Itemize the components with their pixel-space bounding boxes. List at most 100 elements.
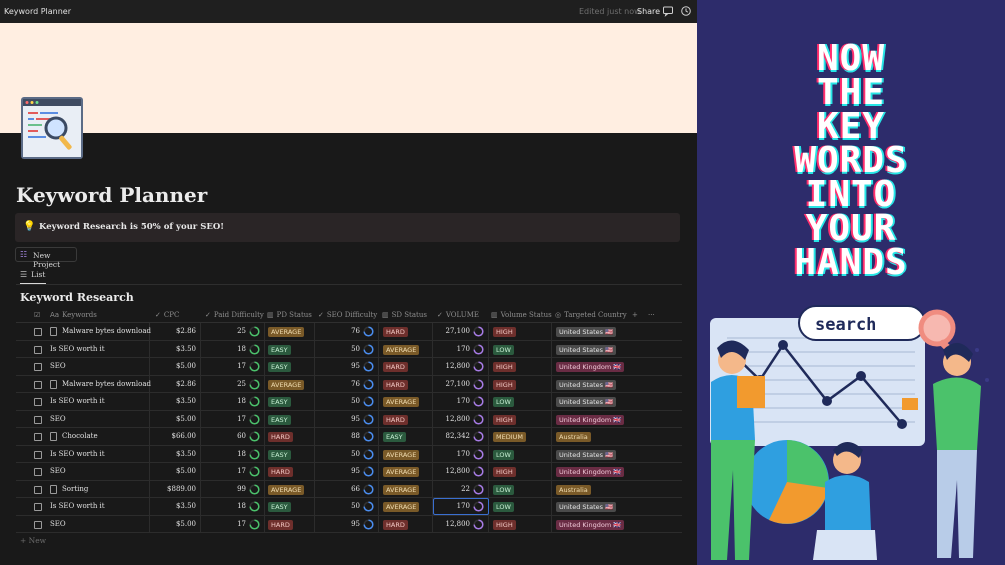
table-row[interactable]: SEO $5.00 17 EASY 95 HARD 12,800 HIGH United Kin… — [16, 410, 682, 428]
cell-seo-difficulty[interactable]: 66 — [315, 480, 379, 498]
row-checkbox[interactable] — [34, 328, 42, 336]
tab-list[interactable]: ☰ List — [20, 270, 45, 279]
table-row[interactable]: Is SEO worth it $3.50 18 EASY 50 AVERAGE 170 LO… — [16, 340, 682, 358]
cell-keyword[interactable]: Chocolate — [16, 428, 150, 445]
cell-targeted-country[interactable]: Australia — [552, 481, 682, 498]
cell-keyword[interactable]: SEO — [16, 463, 150, 480]
cell-cpc[interactable]: $3.50 — [150, 445, 201, 463]
cell-pd-status[interactable]: HARD — [265, 463, 315, 480]
cell-cpc[interactable]: $3.50 — [150, 340, 201, 358]
cell-volume-status[interactable]: MEDIUM — [489, 428, 552, 445]
cell-pd-status[interactable]: EASY — [265, 340, 315, 358]
history-icon[interactable] — [680, 5, 692, 17]
cell-volume-status[interactable]: LOW — [489, 393, 552, 410]
table-row[interactable]: Chocolate $66.00 60 HARD 88 EASY 82,342 MEDIUM A… — [16, 428, 682, 446]
table-row[interactable]: SEO $5.00 17 EASY 95 HARD 12,800 HIGH United Kin… — [16, 358, 682, 376]
column-header-volume[interactable]: ✓ VOLUME — [437, 311, 479, 319]
table-row[interactable]: Is SEO worth it $3.50 18 EASY 50 AVERAGE 170 LO… — [16, 393, 682, 411]
row-checkbox[interactable] — [34, 485, 42, 494]
cell-pd-status[interactable]: EASY — [265, 358, 315, 375]
cell-paid-difficulty[interactable]: 17 — [201, 410, 265, 428]
cell-seo-difficulty[interactable]: 95 — [315, 463, 379, 480]
cell-targeted-country[interactable]: United States 🇺🇸 — [552, 446, 682, 463]
cell-sd-status[interactable]: AVERAGE — [379, 445, 433, 463]
cell-volume[interactable]: 82,342 — [433, 428, 489, 445]
cell-seo-difficulty[interactable]: 88 — [315, 428, 379, 445]
cell-volume-status[interactable]: LOW — [489, 498, 552, 515]
cell-volume[interactable]: 27,100 — [433, 375, 489, 393]
row-checkbox[interactable] — [34, 398, 42, 406]
cell-cpc[interactable]: $66.00 — [150, 428, 201, 445]
cell-volume-status[interactable]: HIGH — [489, 463, 552, 480]
cell-seo-difficulty[interactable]: 50 — [315, 393, 379, 410]
cell-paid-difficulty[interactable]: 99 — [201, 480, 265, 498]
table-row[interactable]: Is SEO worth it $3.50 18 EASY 50 AVERAGE 170 LO… — [16, 445, 682, 463]
cell-keyword[interactable]: SEO — [16, 410, 150, 428]
cell-seo-difficulty[interactable]: 50 — [315, 340, 379, 358]
cell-volume-status[interactable]: LOW — [489, 340, 552, 358]
new-row-button[interactable]: + New — [20, 536, 46, 545]
column-header-seo-difficulty[interactable]: ✓ SEO Difficulty — [318, 311, 377, 319]
column-header-cpc[interactable]: ✓ CPC — [155, 311, 179, 319]
database-title[interactable]: Keyword Research — [20, 291, 134, 304]
column-header-sd-status[interactable]: ▥ SD Status — [382, 311, 427, 319]
cell-paid-difficulty[interactable]: 60 — [201, 428, 265, 445]
more-options-icon[interactable]: ··· — [648, 311, 655, 319]
cell-cpc[interactable]: $889.00 — [150, 480, 201, 498]
cell-keyword[interactable]: Malware bytes download — [16, 323, 151, 340]
cell-targeted-country[interactable]: United Kingdom 🇬🇧 — [552, 358, 682, 375]
cell-keyword[interactable]: Sorting — [16, 480, 150, 498]
cell-sd-status[interactable]: EASY — [379, 428, 433, 445]
cell-targeted-country[interactable]: United States 🇺🇸 — [552, 341, 682, 358]
cell-keyword[interactable]: Is SEO worth it — [16, 498, 150, 515]
cell-pd-status[interactable]: EASY — [265, 393, 315, 410]
cell-sd-status[interactable]: AVERAGE — [379, 393, 433, 410]
cell-volume[interactable]: 170 — [433, 393, 489, 410]
column-header-targeted-country[interactable]: ◎ Targeted Country — [555, 311, 627, 319]
add-column-button[interactable]: + — [632, 311, 638, 319]
cell-volume-status[interactable]: LOW — [489, 445, 552, 463]
cell-seo-difficulty[interactable]: 76 — [315, 375, 379, 393]
cell-pd-status[interactable]: EASY — [265, 410, 315, 428]
cell-sd-status[interactable]: AVERAGE — [379, 498, 433, 515]
cell-pd-status[interactable]: AVERAGE — [265, 323, 315, 340]
cell-volume[interactable]: 22 — [433, 480, 489, 498]
row-checkbox[interactable] — [34, 468, 42, 476]
cell-volume[interactable]: 27,100 — [433, 323, 489, 340]
row-checkbox[interactable] — [34, 450, 42, 459]
table-row[interactable]: SEO $5.00 17 HARD 95 HARD 12,800 HIGH United Kin… — [16, 515, 682, 533]
cell-cpc[interactable]: $5.00 — [150, 515, 201, 533]
cell-pd-status[interactable]: EASY — [265, 445, 315, 463]
cell-paid-difficulty[interactable]: 18 — [201, 393, 265, 410]
cell-targeted-country[interactable]: United Kingdom 🇬🇧 — [552, 516, 682, 533]
cell-pd-status[interactable]: HARD — [265, 428, 315, 445]
share-button[interactable]: Share — [637, 7, 660, 16]
cell-targeted-country[interactable]: Australia — [552, 428, 682, 445]
cell-seo-difficulty[interactable]: 95 — [315, 410, 379, 428]
cell-volume[interactable]: 12,800 — [433, 515, 489, 533]
cell-volume[interactable]: 12,800 — [433, 463, 489, 480]
cell-cpc[interactable]: $5.00 — [150, 410, 201, 428]
select-all-checkbox[interactable]: ☑ — [34, 311, 43, 319]
cell-volume[interactable]: 170 — [433, 340, 489, 358]
keyword-research-icon[interactable] — [20, 96, 84, 160]
cell-paid-difficulty[interactable]: 18 — [201, 445, 265, 463]
cell-keyword[interactable]: Is SEO worth it — [16, 445, 150, 463]
cell-paid-difficulty[interactable]: 17 — [201, 358, 265, 375]
cell-seo-difficulty[interactable]: 50 — [315, 445, 379, 463]
cell-targeted-country[interactable]: United Kingdom 🇬🇧 — [552, 411, 682, 428]
table-row[interactable]: Is SEO worth it $3.50 18 EASY 50 AVERAGE 170 LO… — [16, 498, 682, 516]
cover-image[interactable] — [0, 23, 697, 133]
cell-cpc[interactable]: $5.00 — [150, 463, 201, 480]
column-header-paid-difficulty[interactable]: ✓ Paid Difficulty — [205, 311, 264, 319]
row-checkbox[interactable] — [34, 345, 42, 354]
table-row[interactable]: Malware bytes download $2.86 25 AVERAGE 76 HA… — [16, 375, 682, 393]
cell-targeted-country[interactable]: United Kingdom 🇬🇧 — [552, 463, 682, 480]
cell-keyword[interactable]: SEO — [16, 358, 150, 375]
cell-volume-status[interactable]: LOW — [489, 480, 552, 498]
cell-cpc[interactable]: $2.86 — [150, 375, 201, 393]
cell-keyword[interactable]: Is SEO worth it — [16, 393, 150, 410]
row-checkbox[interactable] — [34, 363, 42, 371]
cell-volume-status[interactable]: HIGH — [489, 375, 552, 393]
cell-volume[interactable]: 12,800 — [433, 410, 489, 428]
